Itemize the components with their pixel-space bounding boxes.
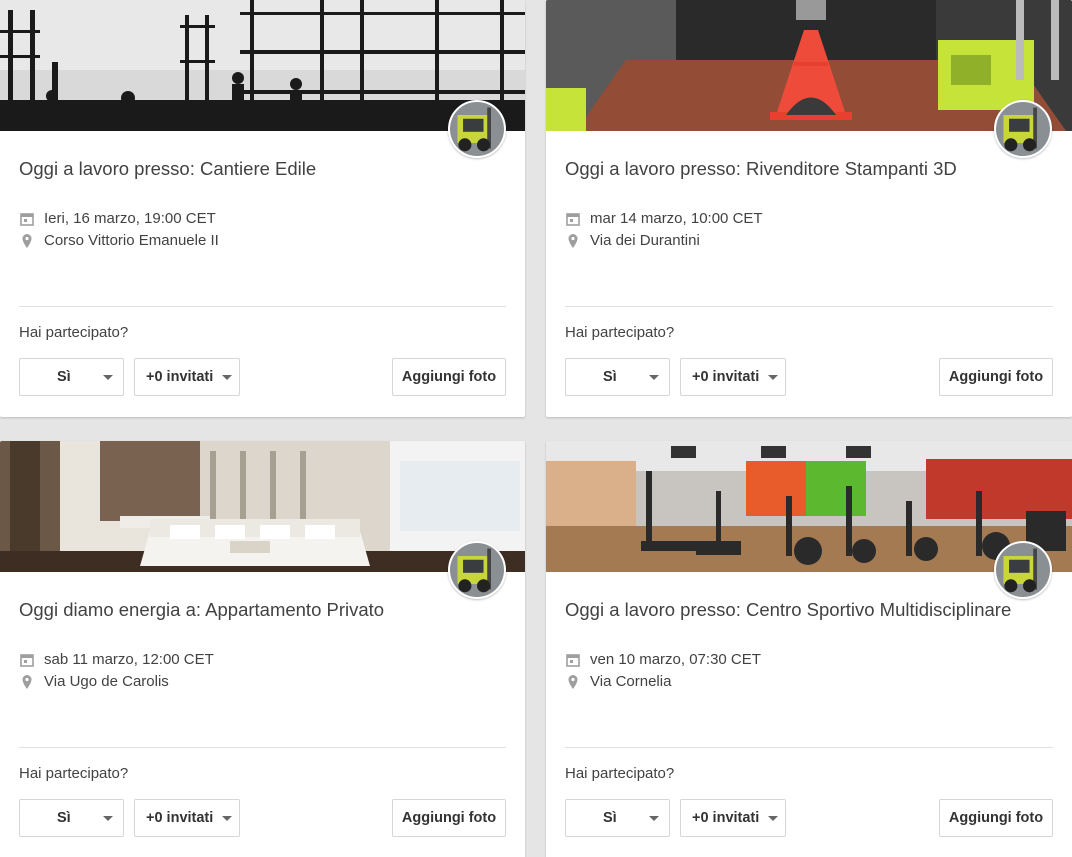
guests-value: +0 invitati <box>692 369 760 385</box>
rsvp-dropdown[interactable]: Sì <box>565 799 670 837</box>
guests-value: +0 invitati <box>692 810 760 826</box>
rsvp-dropdown[interactable]: Sì <box>19 358 124 396</box>
event-card: Oggi diamo energia a: Appartamento Priva… <box>0 441 525 857</box>
rsvp-dropdown[interactable]: Sì <box>565 358 670 396</box>
map-pin-icon <box>565 674 581 690</box>
caret-down-icon <box>222 375 232 380</box>
event-date-text: sab 11 marzo, 12:00 CET <box>44 651 214 668</box>
event-location: Via Cornelia <box>565 673 671 690</box>
event-card: Oggi a lavoro presso: Centro Sportivo Mu… <box>546 441 1072 857</box>
card-divider <box>19 306 506 307</box>
card-divider <box>19 747 506 748</box>
guests-dropdown[interactable]: +0 invitati <box>680 799 786 837</box>
event-cover-image[interactable] <box>0 0 525 131</box>
event-date: sab 11 marzo, 12:00 CET <box>19 651 214 668</box>
event-cover-image[interactable] <box>546 0 1072 131</box>
event-title[interactable]: Oggi diamo energia a: Appartamento Priva… <box>19 599 384 621</box>
event-title[interactable]: Oggi a lavoro presso: Rivenditore Stampa… <box>565 158 957 180</box>
caret-down-icon <box>103 816 113 821</box>
rsvp-value: Sì <box>603 369 617 385</box>
card-divider <box>565 747 1053 748</box>
add-photo-button[interactable]: Aggiungi foto <box>392 358 506 396</box>
attendance-question: Hai partecipato? <box>565 765 675 782</box>
event-cover-image[interactable] <box>0 441 525 572</box>
rsvp-value: Sì <box>57 810 71 826</box>
guests-dropdown[interactable]: +0 invitati <box>134 358 240 396</box>
event-location-text[interactable]: Via Ugo de Carolis <box>44 673 169 690</box>
event-location-text[interactable]: Corso Vittorio Emanuele II <box>44 232 219 249</box>
forklift-avatar[interactable] <box>994 100 1052 158</box>
guests-dropdown[interactable]: +0 invitati <box>680 358 786 396</box>
event-location: Corso Vittorio Emanuele II <box>19 232 219 249</box>
caret-down-icon <box>768 375 778 380</box>
event-title[interactable]: Oggi a lavoro presso: Centro Sportivo Mu… <box>565 599 1011 621</box>
event-date-text: ven 10 marzo, 07:30 CET <box>590 651 761 668</box>
event-location: Via dei Durantini <box>565 232 700 249</box>
forklift-avatar[interactable] <box>448 541 506 599</box>
event-date: ven 10 marzo, 07:30 CET <box>565 651 761 668</box>
guests-dropdown[interactable]: +0 invitati <box>134 799 240 837</box>
event-date-text: Ieri, 16 marzo, 19:00 CET <box>44 210 216 227</box>
event-title[interactable]: Oggi a lavoro presso: Cantiere Edile <box>19 158 316 180</box>
caret-down-icon <box>649 375 659 380</box>
add-photo-button[interactable]: Aggiungi foto <box>939 799 1053 837</box>
rsvp-dropdown[interactable]: Sì <box>19 799 124 837</box>
calendar-icon <box>19 211 35 227</box>
event-date: Ieri, 16 marzo, 19:00 CET <box>19 210 216 227</box>
event-cover-image[interactable] <box>546 441 1072 572</box>
event-date-text: mar 14 marzo, 10:00 CET <box>590 210 763 227</box>
calendar-icon <box>565 211 581 227</box>
caret-down-icon <box>649 816 659 821</box>
rsvp-value: Sì <box>57 369 71 385</box>
forklift-avatar[interactable] <box>994 541 1052 599</box>
forklift-avatar[interactable] <box>448 100 506 158</box>
event-location-text[interactable]: Via Cornelia <box>590 673 671 690</box>
rsvp-value: Sì <box>603 810 617 826</box>
calendar-icon <box>565 652 581 668</box>
attendance-question: Hai partecipato? <box>565 324 675 341</box>
map-pin-icon <box>19 674 35 690</box>
caret-down-icon <box>103 375 113 380</box>
map-pin-icon <box>19 233 35 249</box>
attendance-question: Hai partecipato? <box>19 324 129 341</box>
event-location: Via Ugo de Carolis <box>19 673 169 690</box>
event-location-text[interactable]: Via dei Durantini <box>590 232 700 249</box>
map-pin-icon <box>565 233 581 249</box>
attendance-question: Hai partecipato? <box>19 765 129 782</box>
caret-down-icon <box>768 816 778 821</box>
calendar-icon <box>19 652 35 668</box>
event-card: Oggi a lavoro presso: Cantiere Edile Ier… <box>0 0 525 417</box>
guests-value: +0 invitati <box>146 810 214 826</box>
card-divider <box>565 306 1053 307</box>
event-card: Oggi a lavoro presso: Rivenditore Stampa… <box>546 0 1072 417</box>
event-date: mar 14 marzo, 10:00 CET <box>565 210 763 227</box>
guests-value: +0 invitati <box>146 369 214 385</box>
add-photo-button[interactable]: Aggiungi foto <box>392 799 506 837</box>
caret-down-icon <box>222 816 232 821</box>
add-photo-button[interactable]: Aggiungi foto <box>939 358 1053 396</box>
